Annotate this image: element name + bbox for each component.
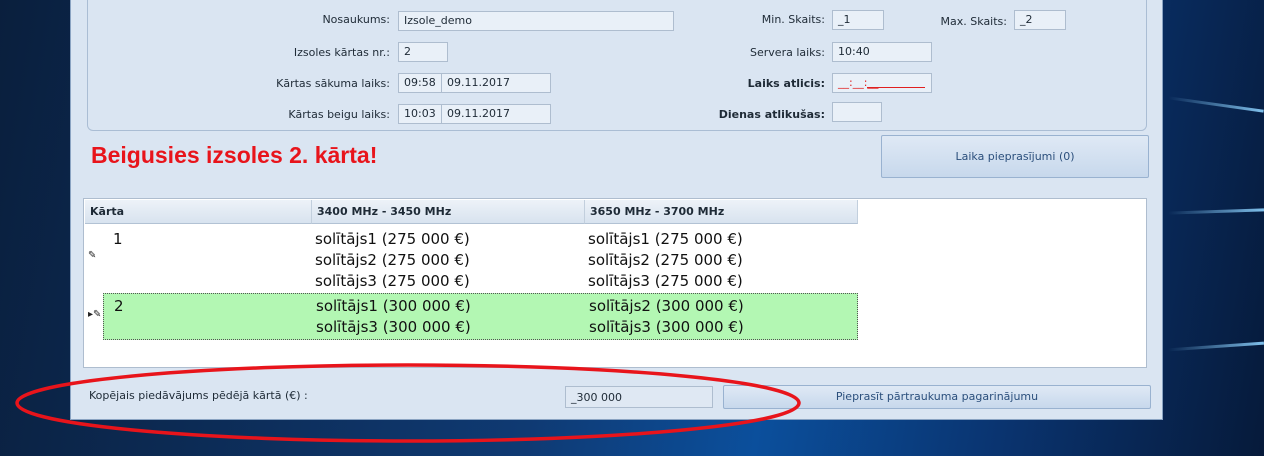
current-row-arrow-icon: ▸✎ [88, 309, 102, 320]
bid-entry: solītājs3 (275 000 €) [588, 272, 743, 290]
band-1-cell: solītājs1 (300 000 €) solītājs3 (300 000… [316, 296, 471, 338]
name-label: Nosaukums: [322, 13, 390, 26]
name-field[interactable]: Izsole_demo [398, 11, 674, 31]
round-cell: 1 [113, 229, 123, 250]
max-count-label: Max. Skaits: [940, 15, 1007, 28]
bid-entry: solītājs3 (300 000 €) [589, 318, 744, 336]
time-left-field[interactable]: __:__:__ [832, 73, 932, 93]
bid-entry: solītājs1 (300 000 €) [316, 297, 471, 315]
min-count-label: Min. Skaits: [761, 13, 825, 26]
round-number-label: Izsoles kārtas nr.: [293, 46, 390, 59]
days-left-label: Dienas atlikušas: [718, 108, 825, 121]
bid-entry: solītājs1 (275 000 €) [315, 230, 470, 248]
pencil-icon: ✎ [88, 250, 97, 261]
auction-info-panel: Nosaukums: Izsole_demo Izsoles kārtas nr… [87, 0, 1147, 131]
bid-entry: solītājs1 (275 000 €) [588, 230, 743, 248]
table-row[interactable]: 1 solītājs1 (275 000 €) solītājs2 (275 0… [103, 225, 858, 291]
total-bid-label: Kopējais piedāvājums pēdējā kārtā (€) : [89, 389, 308, 402]
bid-entry: solītājs3 (300 000 €) [316, 318, 471, 336]
desktop-light-streak [1167, 208, 1264, 215]
column-header-band-1[interactable]: 3400 MHz - 3450 MHz [312, 200, 585, 224]
days-left-field[interactable] [832, 102, 882, 122]
bid-entry: solītājs2 (275 000 €) [315, 251, 470, 269]
bid-entry: solītājs2 (275 000 €) [588, 251, 743, 269]
round-number-field[interactable]: 2 [398, 42, 448, 62]
time-left-label: Laiks atlicis: [747, 77, 825, 90]
row-header[interactable]: ✎ [85, 225, 103, 291]
time-requests-button[interactable]: Laika pieprasījumi (0) [881, 135, 1149, 178]
table-row-selected[interactable]: 2 solītājs1 (300 000 €) solītājs3 (300 0… [103, 293, 858, 340]
server-time-field[interactable]: 10:40 [832, 42, 932, 62]
desktop-light-streak [1168, 341, 1264, 352]
column-header-round[interactable]: Kārta [85, 200, 312, 224]
round-cell: 2 [114, 296, 124, 317]
column-header-band-2[interactable]: 3650 MHz - 3700 MHz [585, 200, 858, 224]
server-time-label: Servera laiks: [750, 46, 825, 59]
bid-entry: solītājs2 (300 000 €) [589, 297, 744, 315]
bids-grid: Kārta 3400 MHz - 3450 MHz 3650 MHz - 370… [83, 198, 1147, 368]
desktop-light-streak [1168, 96, 1264, 113]
band-2-cell: solītājs2 (300 000 €) solītājs3 (300 000… [589, 296, 744, 338]
min-count-field[interactable]: _1 [832, 10, 884, 30]
row-header[interactable]: ▸✎ [85, 293, 103, 340]
request-extension-button[interactable]: Pieprasīt pārtraukuma pagarinājumu [723, 385, 1151, 409]
round-end-label: Kārtas beigu laiks: [288, 108, 390, 121]
total-bid-field[interactable]: _300 000 [565, 386, 713, 408]
band-2-cell: solītājs1 (275 000 €) solītājs2 (275 000… [588, 229, 743, 292]
round-start-date-field[interactable]: 09.11.2017 [441, 73, 551, 93]
round-start-label: Kārtas sākuma laiks: [276, 77, 390, 90]
auction-window: Nosaukums: Izsole_demo Izsoles kārtas nr… [70, 0, 1163, 420]
round-number: 1 [113, 230, 123, 248]
band-1-cell: solītājs1 (275 000 €) solītājs2 (275 000… [315, 229, 470, 292]
round-finished-message: Beigusies izsoles 2. kārta! [91, 142, 378, 168]
round-number: 2 [114, 297, 124, 315]
round-end-date-field[interactable]: 09.11.2017 [441, 104, 551, 124]
max-count-field[interactable]: _2 [1014, 10, 1066, 30]
bid-entry: solītājs3 (275 000 €) [315, 272, 470, 290]
